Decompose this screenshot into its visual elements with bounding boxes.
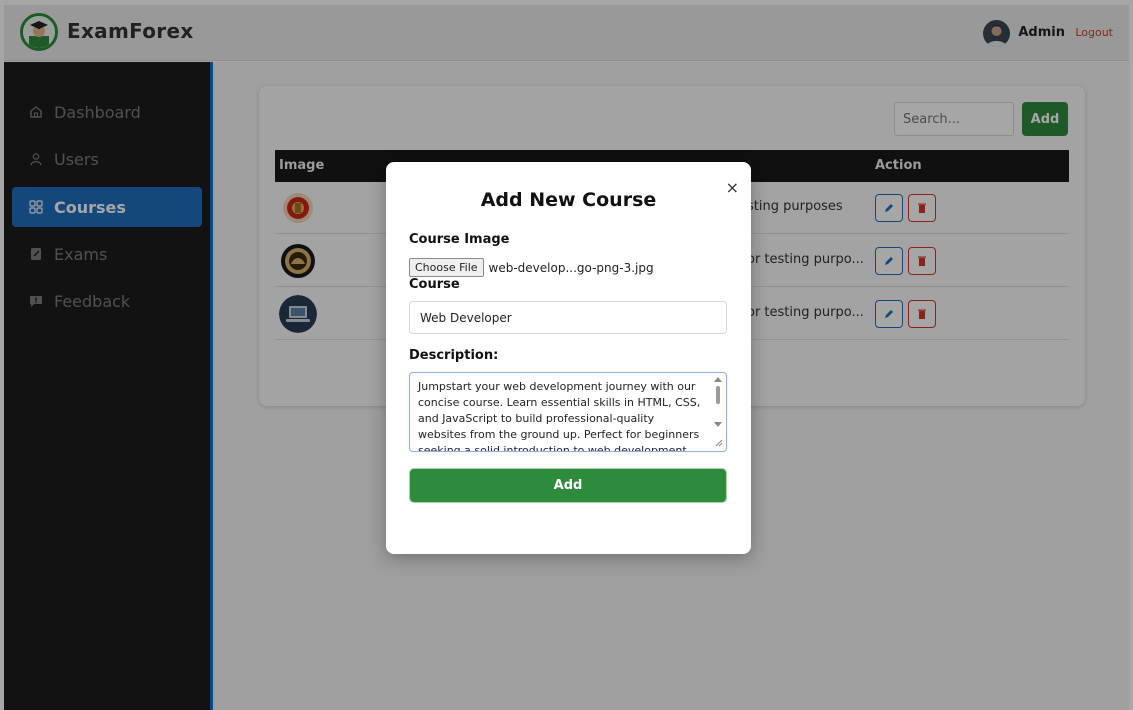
add-course-modal: Add New Course × Course Image Choose Fil… [386, 162, 751, 554]
modal-title: Add New Course [480, 189, 657, 211]
course-image-label: Course Image [409, 232, 510, 247]
description-field[interactable]: Jumpstart your web development journey w… [409, 372, 727, 452]
course-label: Course [409, 277, 460, 292]
choose-file-button[interactable]: Choose File [409, 258, 484, 277]
close-icon[interactable]: × [726, 178, 739, 197]
file-picker: Choose File web-develop...go-png-3.jpg [409, 258, 654, 277]
course-name-field[interactable] [409, 301, 727, 334]
file-name: web-develop...go-png-3.jpg [488, 260, 654, 275]
description-scrollbar[interactable] [713, 376, 723, 448]
submit-course-button[interactable]: Add [409, 468, 727, 503]
description-label: Description: [409, 348, 499, 363]
